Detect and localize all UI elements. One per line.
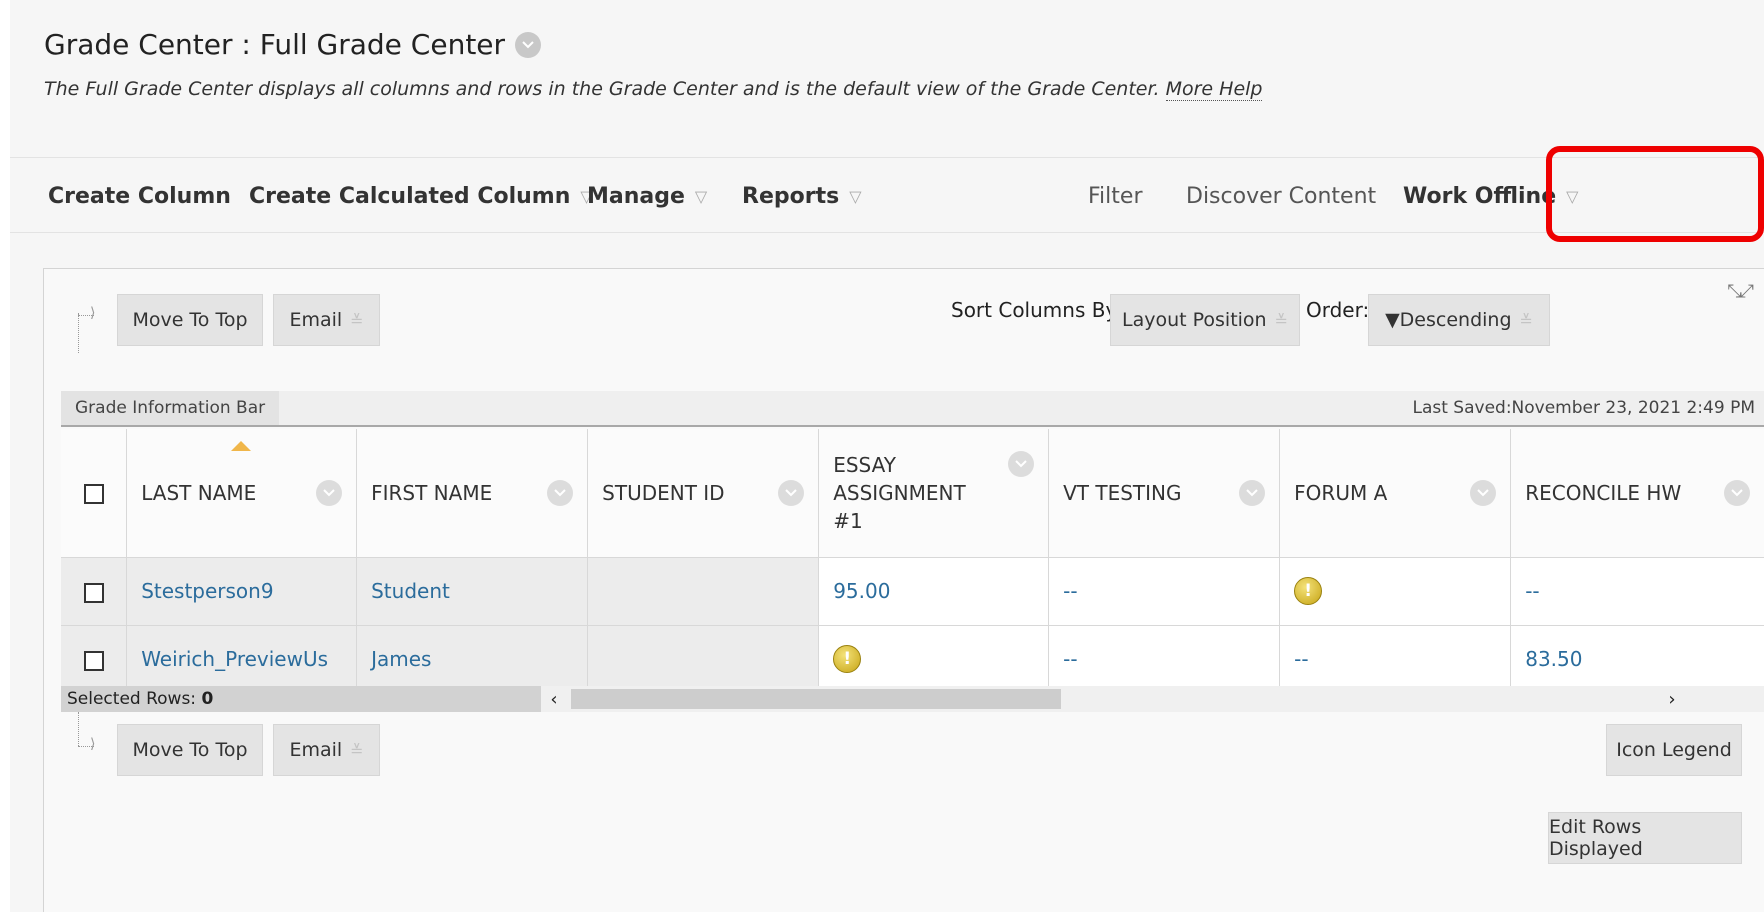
- grade-information-bar-tab[interactable]: Grade Information Bar: [61, 391, 280, 425]
- needs-grading-icon: !: [833, 645, 862, 673]
- select-all-cell: [61, 429, 128, 558]
- tree-arrow-icon: ⟩: [90, 305, 96, 321]
- column-options-icon[interactable]: [778, 479, 805, 506]
- sort-columns-select[interactable]: Layout Position ≚: [1110, 294, 1300, 346]
- chevron-down-icon: ≚: [1519, 310, 1533, 330]
- column-options-icon[interactable]: [1239, 479, 1266, 506]
- icon-legend-button[interactable]: Icon Legend: [1606, 724, 1742, 776]
- manage-menu[interactable]: Manage ▽: [587, 158, 707, 234]
- column-options-icon[interactable]: [316, 479, 343, 506]
- column-header-forum-a[interactable]: FORUM A: [1279, 429, 1512, 558]
- page-title: Grade Center : Full Grade Center: [44, 28, 542, 61]
- create-calculated-column-menu[interactable]: Create Calculated Column ▽: [249, 158, 593, 234]
- table-row: Stestperson9 Student 95.00 -- ! --: [61, 557, 1764, 626]
- needs-grading-icon: !: [1294, 577, 1323, 605]
- grade-grid-container: ⤡⤢ ⟩ Move To Top Email ≚ Sort Columns By:…: [43, 268, 1764, 912]
- column-header-reconcile-hw[interactable]: RECONCILE HW: [1510, 429, 1764, 558]
- sort-ascending-icon: [231, 441, 252, 451]
- more-help-link[interactable]: More Help: [1165, 78, 1263, 101]
- column-options-icon[interactable]: [1724, 479, 1750, 506]
- move-to-top-button-bottom[interactable]: Move To Top: [117, 724, 263, 776]
- column-header-essay-assignment[interactable]: ESSAY ASSIGNMENT #1: [818, 429, 1050, 558]
- work-offline-highlight: [1546, 146, 1764, 242]
- cell-grade[interactable]: --: [1279, 625, 1512, 694]
- page: Grade Center : Full Grade Center The Ful…: [10, 0, 1764, 912]
- sort-columns-label: Sort Columns By:: [951, 298, 1123, 322]
- cell-grade[interactable]: !: [1279, 557, 1512, 626]
- tree-connector: [78, 712, 79, 746]
- scrollbar-thumb[interactable]: [571, 689, 1061, 709]
- order-select[interactable]: ▼Descending ≚: [1368, 294, 1550, 346]
- cell-grade[interactable]: --: [1510, 557, 1764, 626]
- column-header-student-id[interactable]: STUDENT ID: [587, 429, 820, 558]
- chevron-down-icon: ▽: [694, 186, 708, 206]
- row-checkbox[interactable]: [83, 650, 104, 671]
- cell-grade[interactable]: 83.50: [1510, 625, 1764, 694]
- cell-grade[interactable]: 95.00: [818, 557, 1050, 626]
- order-label: Order:: [1306, 298, 1370, 322]
- create-column-button[interactable]: Create Column: [48, 158, 231, 234]
- chevron-down-icon: ≚: [350, 740, 364, 760]
- column-options-icon[interactable]: [1470, 479, 1497, 506]
- row-select-cell: [61, 625, 128, 694]
- discover-content-button[interactable]: Discover Content: [1186, 158, 1376, 234]
- cell-first-name[interactable]: Student: [356, 557, 589, 626]
- table-header-row: LAST NAME FIRST NAME STUDENT ID ESSAY AS…: [61, 429, 1764, 558]
- row-checkbox[interactable]: [83, 582, 104, 603]
- cell-grade[interactable]: --: [1048, 557, 1281, 626]
- grade-table: LAST NAME FIRST NAME STUDENT ID ESSAY AS…: [61, 429, 1764, 694]
- email-menu[interactable]: Email ≚: [273, 294, 380, 346]
- cell-last-name[interactable]: Weirich_PreviewUs: [126, 625, 358, 694]
- cell-grade[interactable]: --: [1048, 625, 1281, 694]
- selected-rows-count: 0: [201, 689, 214, 709]
- filter-button[interactable]: Filter: [1088, 158, 1142, 234]
- move-to-top-button[interactable]: Move To Top: [117, 294, 263, 346]
- table-row: Weirich_PreviewUs James ! -- -- 83.50: [61, 625, 1764, 694]
- column-header-first-name[interactable]: FIRST NAME: [356, 429, 589, 558]
- scroll-left-icon[interactable]: ‹: [541, 686, 567, 712]
- column-options-icon[interactable]: [1008, 450, 1035, 477]
- cell-grade[interactable]: !: [818, 625, 1050, 694]
- email-menu-bottom[interactable]: Email ≚: [273, 724, 380, 776]
- edit-rows-displayed-button[interactable]: Edit Rows Displayed: [1548, 812, 1742, 864]
- tree-arrow-icon: ⟩: [90, 736, 96, 752]
- chevron-down-icon: ▽: [849, 186, 862, 206]
- chevron-down-icon: ≚: [350, 310, 364, 330]
- expand-icon[interactable]: ⤡⤢: [1727, 281, 1754, 302]
- grade-information-bar: Grade Information Bar Last Saved:Novembe…: [61, 391, 1764, 427]
- tree-connector: [78, 313, 79, 353]
- reports-menu[interactable]: Reports ▽: [742, 158, 862, 234]
- chevron-down-icon: ≚: [1274, 310, 1288, 330]
- last-saved-text: Last Saved:November 23, 2021 2:49 PM: [1412, 398, 1755, 418]
- cell-first-name[interactable]: James: [356, 625, 589, 694]
- cell-student-id[interactable]: [587, 557, 820, 626]
- row-select-cell: [61, 557, 128, 626]
- action-bar: Create Column Create Calculated Column ▽ …: [10, 157, 1764, 233]
- title-options-icon[interactable]: [515, 31, 542, 58]
- page-description: The Full Grade Center displays all colum…: [44, 78, 1263, 101]
- scroll-right-icon[interactable]: ›: [1659, 686, 1685, 712]
- cell-student-id[interactable]: [587, 625, 820, 694]
- horizontal-scrollbar[interactable]: ‹ ›: [541, 686, 1764, 712]
- column-options-icon[interactable]: [547, 479, 574, 506]
- selected-rows-bar: Selected Rows: 0: [61, 686, 541, 712]
- select-all-checkbox[interactable]: [83, 484, 104, 505]
- column-header-vt-testing[interactable]: VT TESTING: [1048, 429, 1281, 558]
- column-header-last-name[interactable]: LAST NAME: [126, 429, 358, 558]
- cell-last-name[interactable]: Stestperson9: [126, 557, 358, 626]
